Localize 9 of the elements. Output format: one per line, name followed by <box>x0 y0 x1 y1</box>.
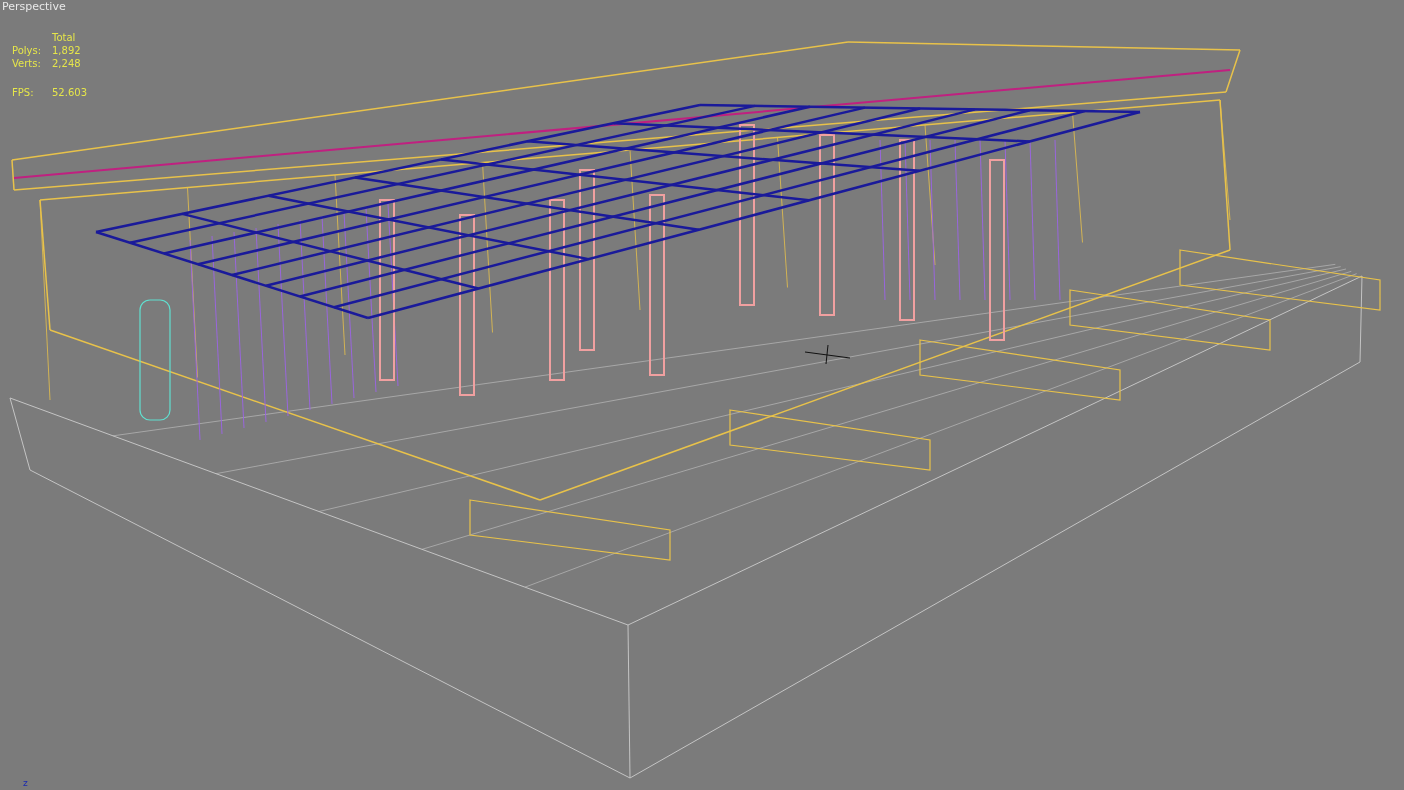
stat-value: 1,892 <box>52 45 82 56</box>
viewport-label[interactable]: Perspective <box>2 0 66 13</box>
stat-label: Verts: <box>12 58 42 69</box>
axis-label: z <box>23 778 28 788</box>
stats-header: Total <box>52 32 77 43</box>
fps-value: 52.603 <box>52 87 87 98</box>
fps-label: FPS: <box>12 87 35 98</box>
stat-label: Polys: <box>12 45 43 56</box>
stat-value: 2,248 <box>52 58 82 69</box>
